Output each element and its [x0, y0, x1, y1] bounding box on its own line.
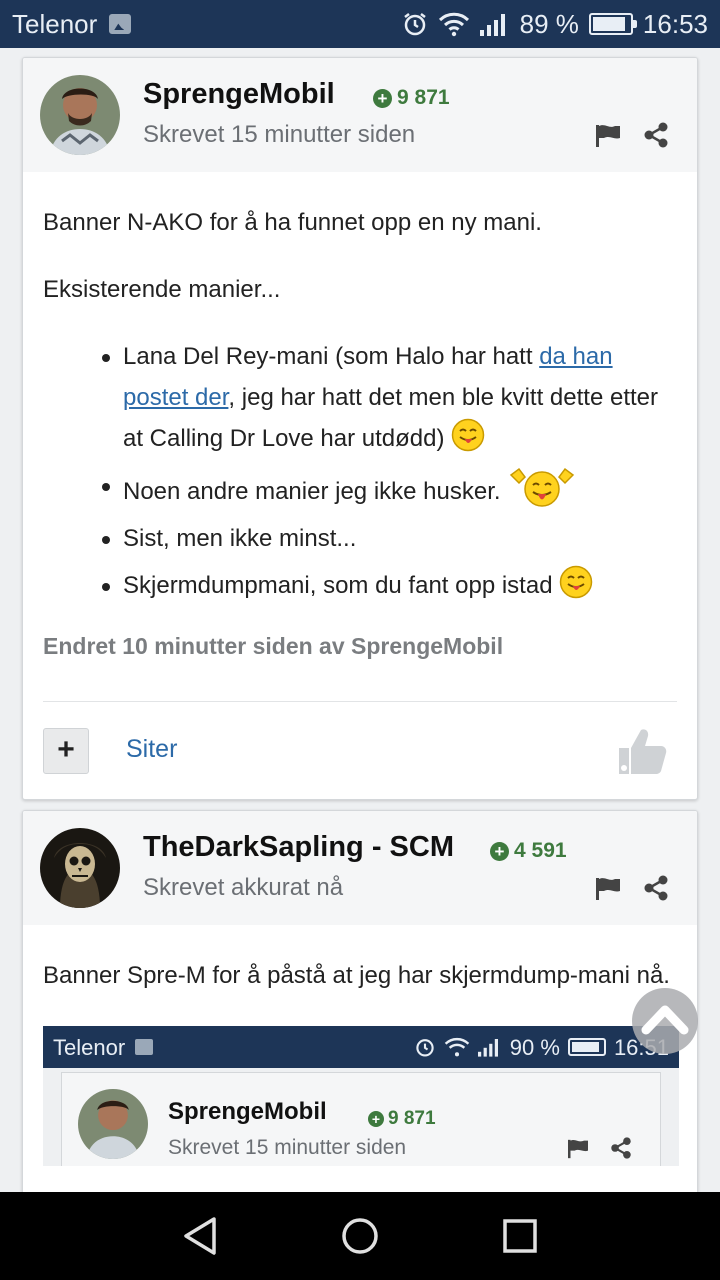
reputation-badge: + 9 871	[373, 86, 450, 110]
list-item-text: Skjermdumpmani, som du fant opp istad	[123, 572, 553, 599]
wifi-icon	[438, 11, 470, 37]
screenshot-post-card: SprengeMobil + 9 871 Skrevet 15 minutter…	[61, 1072, 661, 1166]
reputation-count: 9 871	[397, 86, 450, 109]
wifi-icon	[444, 1037, 470, 1057]
battery-icon	[567, 1038, 606, 1056]
system-nav-bar	[0, 1192, 720, 1280]
flag-icon	[567, 1131, 589, 1166]
edited-note: Endret 10 minutter siden av SprengeMobil	[43, 633, 504, 659]
screenshot-status-bar: Telenor 90 % 16:51	[43, 1026, 679, 1068]
author-name[interactable]: SprengeMobil	[143, 78, 335, 111]
list-item: Lana Del Rey-mani (som Halo har hatt da …	[102, 336, 677, 459]
embedded-screenshot[interactable]: Telenor 90 % 16:51 SprengeMobil + 9 871 …	[43, 1026, 679, 1166]
recents-icon[interactable]	[502, 1216, 538, 1261]
post-paragraph: Eksisterende manier...	[43, 276, 281, 303]
post-content: Banner N-AKO for å ha funnet opp en ny m…	[23, 172, 697, 667]
status-bar: Telenor 89 % 16:53	[0, 0, 720, 48]
image-notification-icon	[109, 14, 132, 34]
avatar[interactable]	[40, 75, 120, 155]
chevron-up-icon	[641, 1005, 689, 1035]
list-item-text: Noen andre manier jeg ikke husker.	[123, 478, 501, 505]
forum-post: TheDarkSapling - SCM + 4 591 Skrevet akk…	[22, 810, 698, 1230]
carrier-name: Telenor	[53, 1034, 126, 1060]
clock: 16:53	[642, 8, 708, 39]
flag-icon[interactable]	[595, 877, 621, 906]
reputation-badge: + 4 591	[490, 839, 567, 863]
alarm-icon	[416, 1039, 434, 1057]
back-icon[interactable]	[182, 1216, 218, 1261]
quote-button[interactable]: Siter	[126, 735, 177, 764]
flag-icon[interactable]	[595, 124, 621, 153]
post-timestamp: Skrevet 15 minutter siden	[168, 1136, 407, 1159]
share-icon	[610, 1131, 632, 1166]
post-timestamp[interactable]: Skrevet akkurat nå	[143, 874, 343, 902]
tongue-emoji-icon	[559, 565, 593, 599]
plus-icon: +	[368, 1110, 384, 1127]
post-header: SprengeMobil + 9 871 Skrevet 15 minutter…	[23, 58, 697, 172]
alarm-icon	[402, 11, 428, 37]
post-header: TheDarkSapling - SCM + 4 591 Skrevet akk…	[23, 811, 697, 925]
author-name[interactable]: TheDarkSapling - SCM	[143, 831, 454, 864]
post-footer: + Siter	[43, 701, 677, 799]
home-icon[interactable]	[341, 1216, 379, 1261]
list-item: Noen andre manier jeg ikke husker.	[102, 465, 677, 512]
multiquote-button[interactable]: +	[43, 728, 89, 774]
plus-icon: +	[490, 841, 509, 861]
battery-icon	[588, 13, 637, 35]
share-icon[interactable]	[643, 875, 669, 906]
list-item: Skjermdumpmani, som du fant opp istad	[102, 565, 677, 606]
plus-icon: +	[373, 88, 392, 108]
tongue-hands-emoji-icon	[507, 465, 577, 509]
thumbs-up-icon[interactable]	[617, 726, 669, 781]
post-content: Banner Spre-M for å påstå at jeg har skj…	[23, 925, 697, 1166]
battery-percent: 89 %	[519, 8, 579, 39]
battery-percent: 90 %	[509, 1034, 560, 1060]
list-item: Sist, men ikke minst...	[102, 518, 677, 559]
post-paragraph: Banner Spre-M for å påstå at jeg har skj…	[43, 962, 670, 989]
list-item-text: Sist, men ikke minst...	[123, 525, 357, 552]
tongue-emoji-icon	[451, 418, 485, 452]
signal-icon	[479, 12, 510, 36]
list-item-text: Lana Del Rey-mani (som Halo har hatt	[123, 343, 540, 370]
scroll-to-top-button[interactable]	[632, 988, 698, 1054]
signal-icon	[477, 1039, 498, 1057]
reputation-count: 4 591	[514, 839, 567, 862]
forum-post: SprengeMobil + 9 871 Skrevet 15 minutter…	[22, 57, 698, 800]
avatar[interactable]	[40, 828, 120, 908]
image-notification-icon	[135, 1039, 154, 1055]
post-paragraph: Banner N-AKO for å ha funnet opp en ny m…	[43, 209, 542, 236]
author-name: SprengeMobil	[168, 1098, 327, 1125]
mania-list: Lana Del Rey-mani (som Halo har hatt da …	[102, 336, 677, 606]
post-timestamp[interactable]: Skrevet 15 minutter siden	[143, 121, 415, 149]
avatar	[78, 1089, 148, 1159]
carrier-name: Telenor	[12, 8, 98, 39]
share-icon[interactable]	[643, 122, 669, 153]
